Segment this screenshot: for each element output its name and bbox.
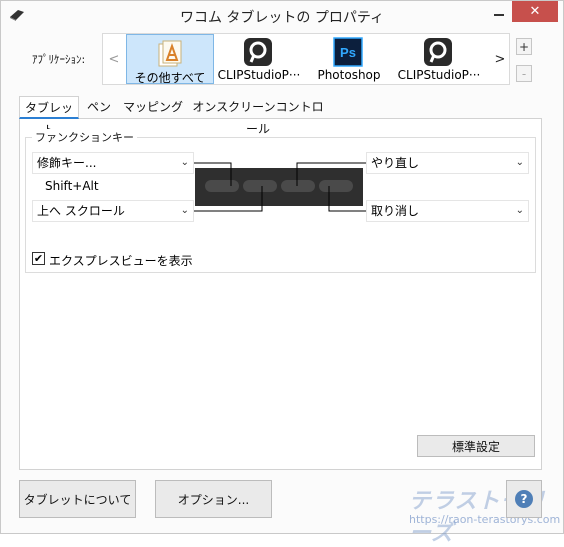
help-icon: ? xyxy=(515,490,533,508)
clip-studio-icon xyxy=(244,38,272,66)
function-key-2-dropdown[interactable]: 上へ スクロール ⌄ xyxy=(32,200,194,222)
chevron-down-icon: ⌄ xyxy=(515,205,524,216)
modifier-keys-text: Shift+Alt xyxy=(45,179,99,193)
tab-tablet[interactable]: タブレット xyxy=(19,96,79,137)
app-scroll-right-button[interactable]: > xyxy=(491,34,509,84)
function-key-3-value: やり直し xyxy=(371,156,420,170)
application-list: < その他すべて CLIPStudioP··· Ps Photoshop CLI… xyxy=(102,33,510,85)
photoshop-icon: Ps xyxy=(333,37,363,67)
express-view-label: エクスプレスビューを表示 xyxy=(49,254,193,268)
add-application-button[interactable]: + xyxy=(516,38,532,55)
function-key-3-dropdown[interactable]: やり直し ⌄ xyxy=(366,152,529,174)
app-tile-photoshop[interactable]: Ps Photoshop xyxy=(305,34,393,84)
tablet-keys-diagram xyxy=(195,168,363,206)
function-key-2-value: 上へ スクロール xyxy=(37,204,125,218)
remove-application-button[interactable]: - xyxy=(516,65,532,82)
function-key-1-value: 修飾キー... xyxy=(37,156,97,170)
app-tile-clip-studio-2[interactable]: CLIPStudioP··· xyxy=(395,34,483,84)
app-tile-label: CLIPStudioP··· xyxy=(217,68,301,82)
minimize-button[interactable] xyxy=(486,1,512,22)
function-key-4-value: 取り消し xyxy=(371,204,420,218)
function-keys-title: ファンクションキー xyxy=(32,129,137,145)
tab-onscreen-controls[interactable]: オンスクリーンコントロール xyxy=(191,96,325,136)
about-tablet-button[interactable]: タブレットについて xyxy=(19,480,136,518)
applications-label: ｱﾌﾟﾘｹｰｼｮﾝ: xyxy=(32,53,86,66)
clip-studio-icon xyxy=(424,38,452,66)
default-settings-button[interactable]: 標準設定 xyxy=(417,435,535,457)
chevron-down-icon: ⌄ xyxy=(180,157,189,168)
tab-pen[interactable]: ペン xyxy=(83,96,115,119)
app-tile-clip-studio-1[interactable]: CLIPStudioP··· xyxy=(215,34,303,84)
help-button[interactable]: ? xyxy=(506,480,542,518)
minimize-icon xyxy=(494,13,504,16)
app-tile-label: その他すべて xyxy=(134,71,206,85)
properties-window: ワコム タブレットの プロパティ ✕ ｱﾌﾟﾘｹｰｼｮﾝ: < その他すべて C… xyxy=(0,0,564,546)
window-title: ワコム タブレットの プロパティ xyxy=(179,10,385,26)
function-key-1-dropdown[interactable]: 修飾キー... ⌄ xyxy=(32,152,194,174)
app-tile-label: Photoshop xyxy=(317,68,381,82)
express-view-checkbox[interactable]: ✔ xyxy=(32,252,45,265)
tab-mapping[interactable]: マッピング xyxy=(119,96,187,119)
options-button[interactable]: オプション... xyxy=(155,480,272,518)
close-button[interactable]: ✕ xyxy=(512,1,558,22)
title-bar: ワコム タブレットの プロパティ ✕ xyxy=(1,1,563,32)
app-tile-label: CLIPStudioP··· xyxy=(397,68,481,82)
all-apps-icon xyxy=(158,40,182,67)
app-scroll-left-button[interactable]: < xyxy=(103,34,125,84)
chevron-down-icon: ⌄ xyxy=(180,205,189,216)
svg-text:Ps: Ps xyxy=(340,45,356,60)
chevron-down-icon: ⌄ xyxy=(515,157,524,168)
function-key-4-dropdown[interactable]: 取り消し ⌄ xyxy=(366,200,529,222)
app-tile-all-other[interactable]: その他すべて xyxy=(126,34,214,85)
